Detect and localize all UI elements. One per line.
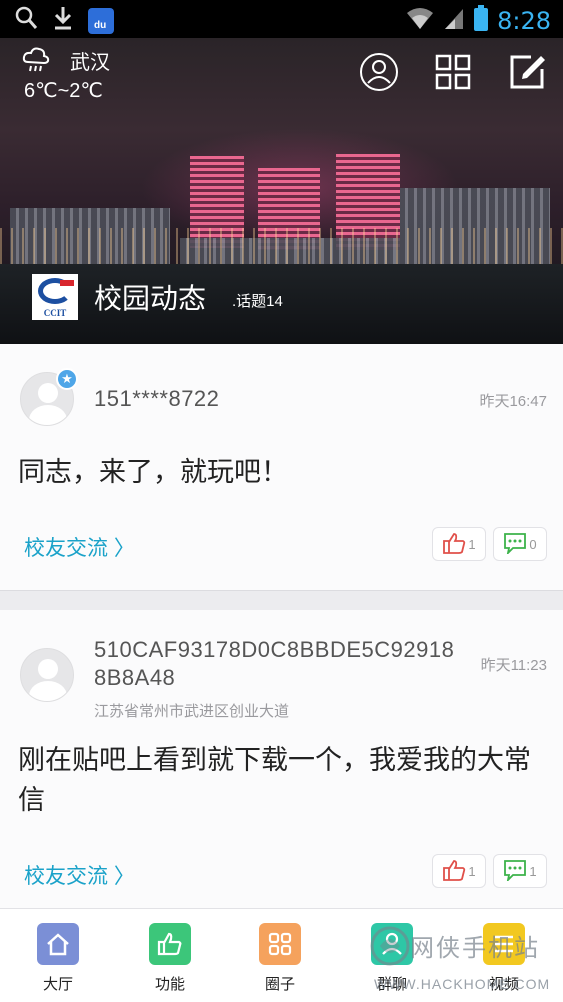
wifi-icon bbox=[405, 5, 435, 36]
like-count: 1 bbox=[468, 536, 476, 552]
post-time: 昨天16:47 bbox=[479, 393, 547, 410]
comment-button[interactable]: 1 bbox=[493, 854, 547, 888]
comment-button[interactable]: 0 bbox=[493, 527, 547, 561]
post-content: 同志，来了，就玩吧！ bbox=[18, 457, 288, 487]
weather-temp: 6℃~2℃ bbox=[24, 80, 103, 102]
chat-bubble-icon bbox=[503, 859, 527, 884]
tab-circles[interactable]: 圈子 bbox=[250, 923, 310, 994]
like-button[interactable]: 1 bbox=[432, 854, 486, 888]
post-card[interactable]: 510CAF93178D0C8BBDE5C92918 8B8A48 昨天11:2… bbox=[0, 610, 563, 908]
status-bar: du 8:28 bbox=[0, 0, 563, 38]
watermark-logo-icon bbox=[370, 926, 410, 966]
header-actions bbox=[359, 52, 547, 92]
thumbs-up-icon bbox=[442, 859, 466, 884]
watermark-text: 网侠手机站 bbox=[410, 935, 540, 962]
weather-city: 武汉 bbox=[70, 52, 110, 74]
baidu-app-icon: du bbox=[88, 7, 114, 34]
chat-bubble-icon bbox=[503, 532, 527, 557]
post-location: 江苏省常州市武进区创业大道 bbox=[94, 703, 290, 720]
tab-label: 功能 bbox=[154, 976, 185, 993]
home-icon bbox=[37, 923, 79, 965]
app-screen: du 8:28 武汉 6℃~2℃ CCIT 校园动态 .话题14 ★ 151**… bbox=[0, 0, 563, 1002]
grid-icon bbox=[259, 923, 301, 965]
compose-icon[interactable] bbox=[507, 52, 547, 92]
profile-icon[interactable] bbox=[359, 52, 399, 92]
post-username[interactable]: 151****8722 bbox=[94, 386, 219, 412]
post-content: 刚在贴吧上看到就下载一个，我爱我的大常信 bbox=[18, 745, 531, 815]
battery-icon bbox=[473, 4, 489, 37]
search-icon bbox=[14, 5, 38, 36]
clock: 8:28 bbox=[497, 6, 551, 35]
signal-icon bbox=[443, 5, 465, 36]
campus-banner[interactable]: 武汉 6℃~2℃ CCIT 校园动态 .话题14 bbox=[0, 38, 563, 344]
topic-count: .话题14 bbox=[232, 292, 283, 310]
post-tag-link[interactable]: 校友交流 〉 bbox=[24, 860, 135, 890]
campus-header[interactable]: CCIT 校园动态 .话题14 bbox=[32, 274, 283, 320]
tab-label: 圈子 bbox=[264, 976, 295, 993]
watermark: 网侠手机站 WWW.HACKHOME.COM bbox=[366, 918, 563, 1002]
rain-cloud-icon bbox=[22, 46, 50, 79]
post-username[interactable]: 510CAF93178D0C8BBDE5C92918 8B8A48 bbox=[94, 636, 454, 692]
download-icon bbox=[52, 5, 74, 36]
post-card[interactable]: ★ 151****8722 昨天16:47 同志，来了，就玩吧！ 校友交流 〉 … bbox=[0, 344, 563, 590]
grid-menu-icon[interactable] bbox=[433, 52, 473, 92]
campus-title: 校园动态 bbox=[94, 283, 207, 314]
post-separator bbox=[0, 590, 563, 610]
avatar[interactable] bbox=[20, 648, 74, 702]
tab-label: 大厅 bbox=[42, 976, 73, 993]
thumbs-up-icon bbox=[149, 923, 191, 965]
watermark-url: WWW.HACKHOME.COM bbox=[374, 976, 551, 992]
post-time: 昨天11:23 bbox=[480, 657, 547, 674]
tab-functions[interactable]: 功能 bbox=[140, 923, 200, 994]
star-badge-icon: ★ bbox=[56, 368, 78, 390]
tab-hall[interactable]: 大厅 bbox=[28, 923, 88, 994]
like-count: 1 bbox=[468, 863, 476, 879]
city-lights bbox=[0, 228, 563, 268]
comment-count: 0 bbox=[529, 536, 537, 552]
like-button[interactable]: 1 bbox=[432, 527, 486, 561]
thumbs-up-icon bbox=[442, 532, 466, 557]
comment-count: 1 bbox=[529, 863, 537, 879]
ccit-logo: CCIT bbox=[32, 274, 78, 320]
post-tag-link[interactable]: 校友交流 〉 bbox=[24, 532, 135, 562]
